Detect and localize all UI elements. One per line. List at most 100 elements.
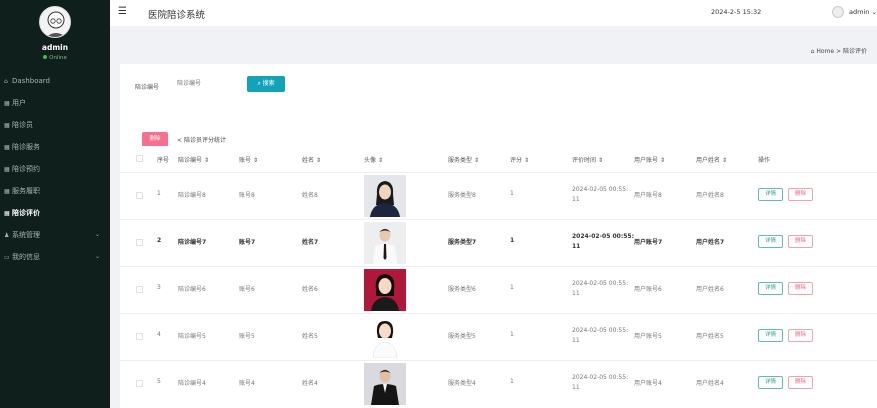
sidebar-profile: admin Online — [0, 0, 110, 70]
delete-button[interactable]: 删除 — [788, 282, 813, 295]
cell-code: 陪诊编号8 — [178, 192, 206, 199]
cell-review-time: 2024-02-05 00:55: 11 — [572, 232, 634, 252]
cell-service: 服务类型7 — [448, 239, 477, 246]
sidebar-item-users[interactable]: ▦ 用户 — [0, 92, 110, 114]
avatar[interactable] — [364, 316, 406, 358]
portrait-woman-icon — [364, 269, 406, 311]
sidebar-item-escort-service[interactable]: ▦ 陪诊服务 — [0, 136, 110, 158]
portrait-man-icon — [364, 222, 406, 264]
search-button[interactable]: ⌕ 搜索 — [247, 76, 285, 92]
avatar[interactable] — [364, 363, 406, 405]
column-header[interactable]: 用户姓名 ⇕ — [696, 155, 727, 164]
cell-name: 姓名6 — [302, 286, 318, 293]
user-avatar[interactable] — [832, 6, 844, 18]
table-row: 4 陪诊编号5 账号5 姓名5 服务类型5 1 2024-02-05 00:55… — [120, 313, 877, 360]
sidebar-item-service-duty[interactable]: ▦ 服务履职 — [0, 180, 110, 202]
table-row: 3 陪诊编号6 账号6 姓名6 服务类型6 1 2024-02-05 00:55… — [120, 266, 877, 313]
row-checkbox[interactable] — [136, 192, 143, 199]
cell-score: 1 — [510, 284, 514, 291]
select-all-checkbox[interactable] — [136, 155, 143, 162]
grid-icon: ▦ — [4, 100, 10, 107]
cell-index: 2 — [157, 237, 162, 244]
menu-toggle-icon[interactable]: ☰ — [118, 6, 127, 17]
breadcrumb-separator: > — [836, 48, 842, 55]
status-badge: Online — [0, 55, 110, 61]
home-icon: ⌂ — [4, 78, 8, 85]
column-header[interactable]: 陪诊编号 ⇕ — [178, 155, 209, 164]
delete-button[interactable]: 删除 — [788, 235, 813, 248]
cell-service: 服务类型8 — [448, 192, 476, 199]
column-header[interactable]: 评价时间 ⇕ — [572, 155, 603, 164]
detail-button[interactable]: 详情 — [758, 235, 783, 248]
row-checkbox[interactable] — [136, 286, 143, 293]
chevron-down-icon: ⌄ — [871, 8, 877, 16]
column-header-label: 序号 — [157, 157, 170, 164]
cell-service: 服务类型4 — [448, 380, 476, 387]
column-header-label: 账号 — [239, 157, 252, 164]
user-menu[interactable]: admin ⌄ — [849, 8, 877, 16]
column-header[interactable]: 姓名 ⇕ — [302, 155, 321, 164]
sidebar-item-my-info[interactable]: ▭ 我的信息 ⌄ — [0, 246, 110, 268]
column-header[interactable]: 用户账号 ⇕ — [634, 155, 665, 164]
table-row: 2 陪诊编号7 账号7 姓名7 服务类型7 1 2024-02-05 00:55… — [120, 219, 877, 266]
cell-service: 服务类型5 — [448, 333, 476, 340]
column-header[interactable]: 头像 ⇕ — [364, 155, 383, 164]
sidebar-item-booking[interactable]: ▦ 陪诊预约 — [0, 158, 110, 180]
stats-link[interactable]: < 陪诊员评分统计 — [177, 135, 226, 144]
portrait-woman-icon — [364, 175, 406, 217]
delete-button[interactable]: 删除 — [788, 376, 813, 389]
bulk-delete-button[interactable]: 删除 — [142, 132, 168, 147]
cell-time-date: 2024-02-05 00:55: — [572, 327, 629, 334]
avatar[interactable] — [364, 175, 406, 217]
sidebar-item-label: 服务履职 — [12, 187, 40, 195]
grid-icon: ▦ — [4, 166, 10, 173]
cell-review-time: 2024-02-05 00:55: 11 — [572, 279, 628, 299]
sort-icon: ⇕ — [473, 157, 479, 164]
cell-review-time: 2024-02-05 00:55: 11 — [572, 185, 628, 205]
cell-review-time: 2024-02-05 00:55: 11 — [572, 326, 628, 346]
card-icon: ▭ — [4, 254, 10, 261]
cell-time-seconds: 11 — [572, 196, 580, 203]
cell-time-date: 2024-02-05 00:55: — [572, 186, 629, 193]
cell-time-seconds: 11 — [572, 290, 580, 297]
column-header: 序号 — [157, 155, 169, 164]
column-header-label: 用户姓名 — [696, 157, 721, 164]
grid-icon: ▦ — [4, 188, 10, 195]
column-header[interactable]: 服务类型 ⇕ — [448, 155, 479, 164]
sidebar-item-escorts[interactable]: ▦ 陪诊员 — [0, 114, 110, 136]
sidebar-item-label: 我的信息 — [12, 253, 40, 261]
sidebar-item-label: 用户 — [12, 99, 26, 107]
row-checkbox[interactable] — [136, 380, 143, 387]
avatar[interactable] — [364, 222, 406, 264]
sidebar-username: admin — [41, 43, 69, 52]
cell-index: 4 — [157, 331, 161, 338]
cell-score: 1 — [510, 378, 514, 385]
cell-index: 1 — [157, 190, 161, 197]
sort-icon: ⇕ — [203, 157, 209, 164]
detail-button[interactable]: 详情 — [758, 188, 783, 201]
grid-icon: ▦ — [4, 210, 10, 217]
detail-button[interactable]: 详情 — [758, 376, 783, 389]
cell-time-date: 2024-02-05 00:55: — [572, 280, 629, 287]
breadcrumb-home[interactable]: Home — [816, 48, 834, 55]
sidebar-item-reviews[interactable]: ▦ 陪诊评价 — [0, 202, 110, 224]
delete-button[interactable]: 删除 — [788, 329, 813, 342]
cell-account: 账号5 — [239, 333, 255, 340]
detail-button[interactable]: 详情 — [758, 329, 783, 342]
cell-user-name: 用户姓名7 — [696, 239, 725, 246]
detail-button[interactable]: 详情 — [758, 282, 783, 295]
sort-icon: ⇕ — [597, 157, 603, 164]
cell-user-account: 用户账号8 — [634, 192, 662, 199]
row-checkbox[interactable] — [136, 239, 143, 246]
cell-name: 姓名5 — [302, 333, 318, 340]
cell-review-time: 2024-02-05 00:55: 11 — [572, 373, 628, 393]
sidebar-item-system[interactable]: ♟ 系统管理 ⌄ — [0, 224, 110, 246]
cell-time-seconds: 11 — [572, 243, 581, 250]
avatar[interactable] — [364, 269, 406, 311]
sidebar-item-dashboard[interactable]: ⌂ Dashboard — [0, 70, 110, 92]
delete-button[interactable]: 删除 — [788, 188, 813, 201]
row-checkbox[interactable] — [136, 333, 143, 340]
column-header[interactable]: 评分 ⇕ — [510, 155, 529, 164]
column-header[interactable]: 账号 ⇕ — [239, 155, 258, 164]
search-input[interactable] — [173, 76, 239, 92]
